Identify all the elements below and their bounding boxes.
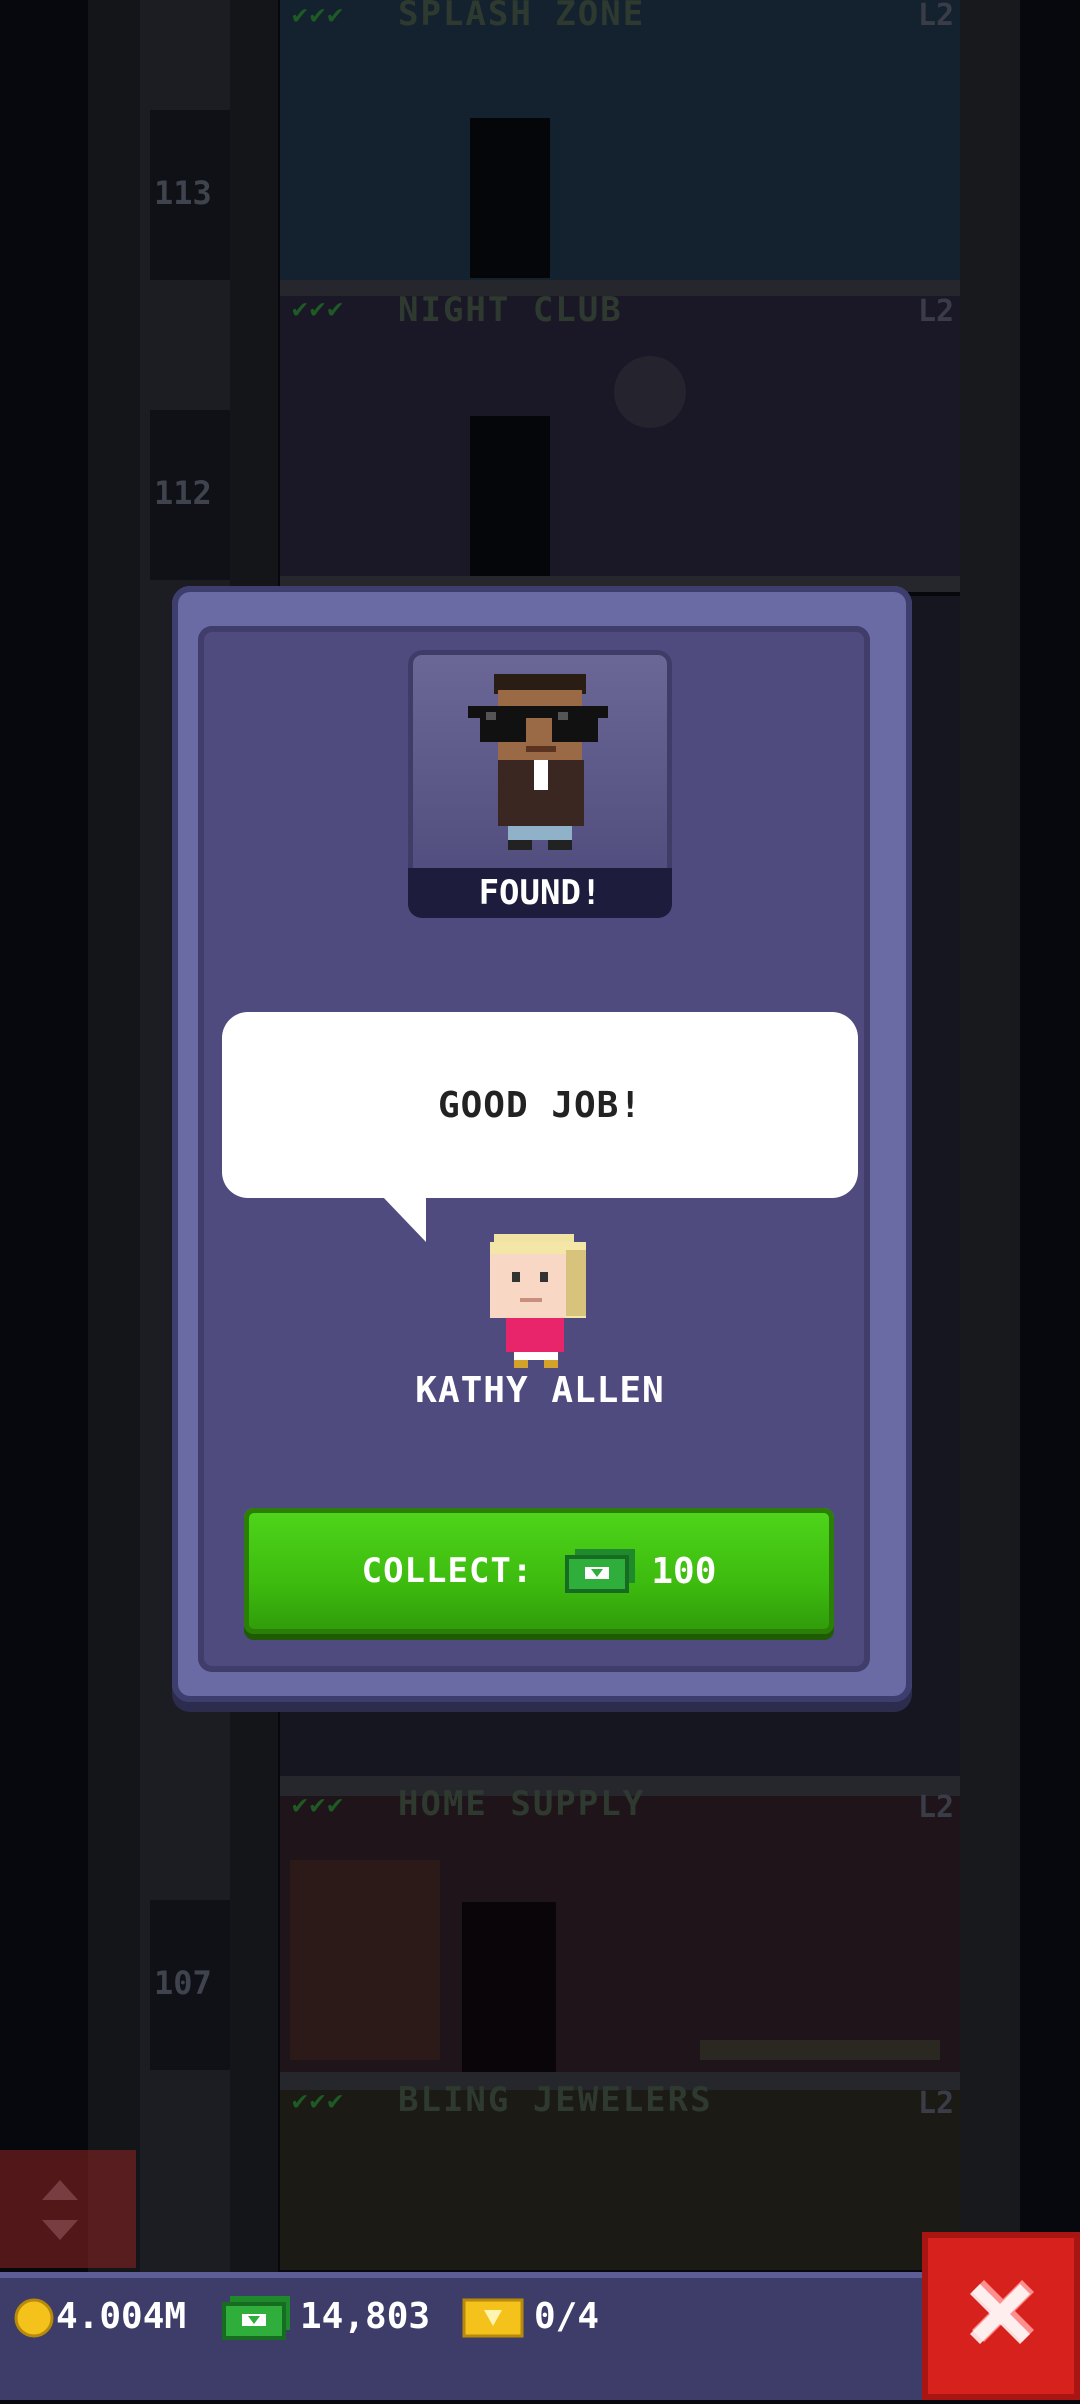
speech-bubble: GOOD JOB! [222,1012,858,1198]
close-icon [970,2280,1034,2344]
coins-amount: 4.004M [56,2296,187,2337]
collect-amount: 100 [651,1550,717,1592]
speech-text: GOOD JOB! [437,1084,643,1126]
floor-title: BLING JEWELERS [398,2080,713,2120]
floor-checkmarks: ✔✔✔ [292,0,345,30]
found-character-avatar [468,674,608,850]
floor-title: SPLASH ZONE [398,0,646,34]
floor-title: HOME SUPPLY [398,1784,646,1824]
coin-icon [14,2298,54,2338]
collect-button[interactable]: COLLECT: 100 [244,1508,834,1634]
floor-number: 107 [154,1964,212,2002]
floor-title: NIGHT CLUB [398,290,623,330]
found-character-card: FOUND! [408,650,672,918]
floor-level: L2 [918,1790,955,1825]
floor-number: 113 [154,174,212,212]
floor-checkmarks: ✔✔✔ [292,1790,345,1820]
close-button[interactable] [922,2232,1080,2400]
floor-level: L2 [918,294,955,329]
collect-label: COLLECT: [361,1551,534,1591]
floor-level: L2 [918,2086,955,2121]
npc-avatar [490,1234,586,1368]
floor-checkmarks: ✔✔✔ [292,294,345,324]
tickets-amount: 0/4 [534,2296,600,2337]
floor-checkmarks: ✔✔✔ [292,2086,345,2116]
floor-number: 112 [154,474,212,512]
ticket-icon [462,2298,524,2338]
bux-icon [222,2296,290,2340]
bux-icon [565,1549,636,1593]
npc-name: KATHY ALLEN [415,1370,665,1411]
floor-level: L2 [918,0,955,33]
speech-bubble-tail [382,1196,426,1242]
elevator-button[interactable] [0,2150,136,2268]
bux-amount: 14,803 [300,2296,431,2337]
elevator-icon [42,2180,78,2240]
found-label: FOUND! [408,868,672,918]
